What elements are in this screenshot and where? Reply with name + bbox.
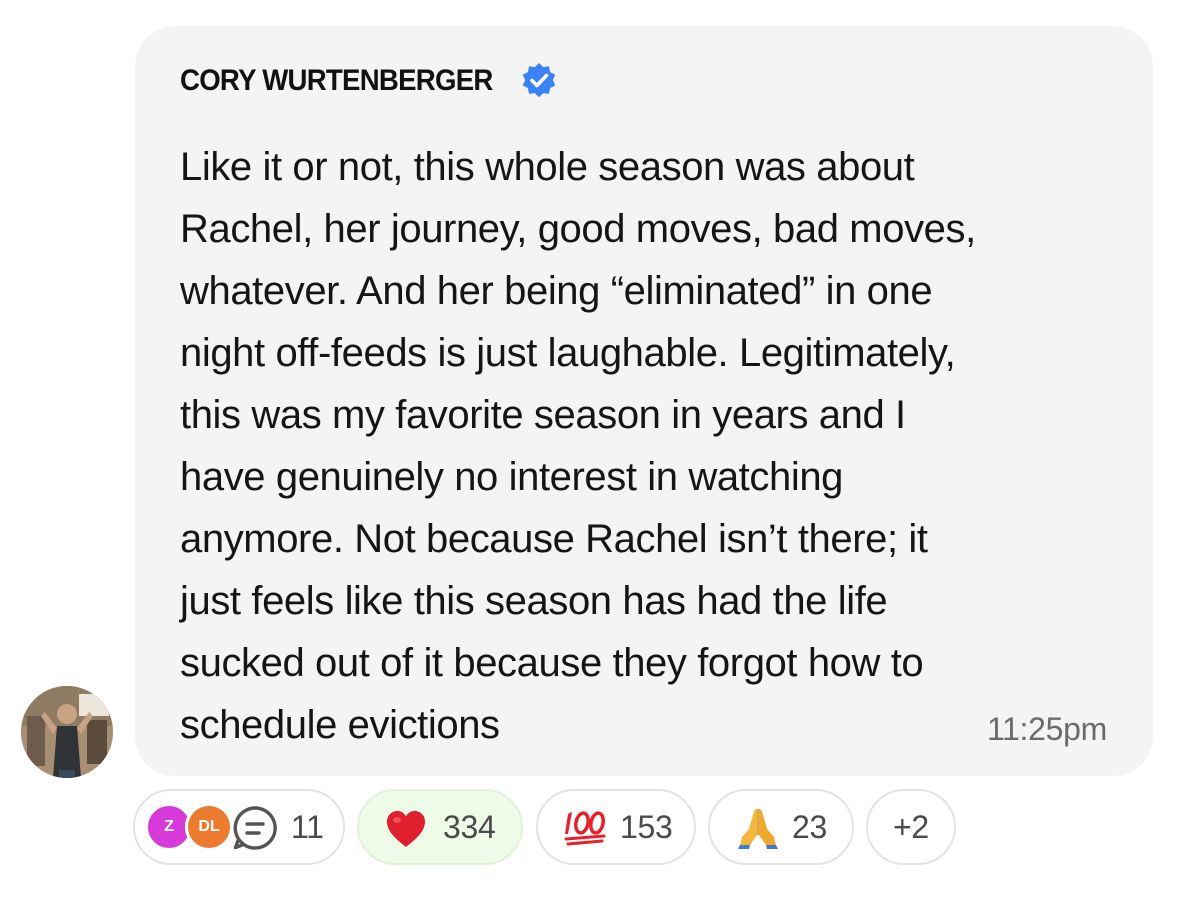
sender-avatar[interactable] — [21, 686, 113, 778]
replies-count: 11 — [291, 808, 324, 845]
message-line: Like it or not, this whole season was ab… — [180, 145, 915, 189]
folded-hands-icon — [736, 805, 780, 849]
message-line: Rachel, her journey, good moves, bad mov… — [180, 207, 976, 251]
reply-avatar-dl: DL — [185, 803, 233, 851]
reply-bubble-icon — [229, 802, 281, 854]
message-line: this was my favorite season in years and… — [180, 393, 906, 437]
more-reactions-label: +2 — [893, 808, 929, 845]
reply-avatar-initials: DL — [198, 818, 220, 835]
reaction-folded-hands[interactable]: 23 — [708, 789, 854, 865]
message-line: just feels like this season has had the … — [180, 579, 888, 623]
author-name[interactable]: CORY WURTENBERGER — [180, 64, 493, 98]
reaction-hundred[interactable]: 153 — [536, 789, 696, 865]
message-line: night off-feeds is just laughable. Legit… — [180, 331, 956, 375]
hundred-points-icon — [564, 809, 606, 847]
message-line: whatever. And her being “eliminated” in … — [180, 269, 933, 313]
reaction-heart[interactable]: 334 — [357, 789, 523, 865]
message-view: CORY WURTENBERGER Like it or not, this w… — [0, 0, 1200, 906]
message-line: sucked out of it because they forgot how… — [180, 641, 924, 685]
message-timestamp: 11:25pm — [986, 711, 1107, 747]
heart-icon — [385, 809, 427, 849]
more-reactions-button[interactable]: +2 — [866, 789, 956, 865]
heart-count: 334 — [443, 808, 496, 845]
message-header: CORY WURTENBERGER — [180, 62, 558, 100]
message-bubble[interactable]: CORY WURTENBERGER Like it or not, this w… — [135, 26, 1153, 776]
message-line: anymore. Not because Rachel isn’t there;… — [180, 517, 928, 561]
message-body: Like it or not, this whole season was ab… — [180, 136, 1140, 756]
hundred-count: 153 — [620, 808, 673, 845]
folded-hands-count: 23 — [792, 808, 827, 845]
user-avatar-photo — [21, 686, 113, 778]
message-line: have genuinely no interest in watching — [180, 455, 844, 499]
reply-avatar-initials: Z — [164, 818, 174, 835]
verified-badge-icon — [520, 62, 558, 100]
replies-pill[interactable]: Z DL 11 — [133, 789, 345, 865]
